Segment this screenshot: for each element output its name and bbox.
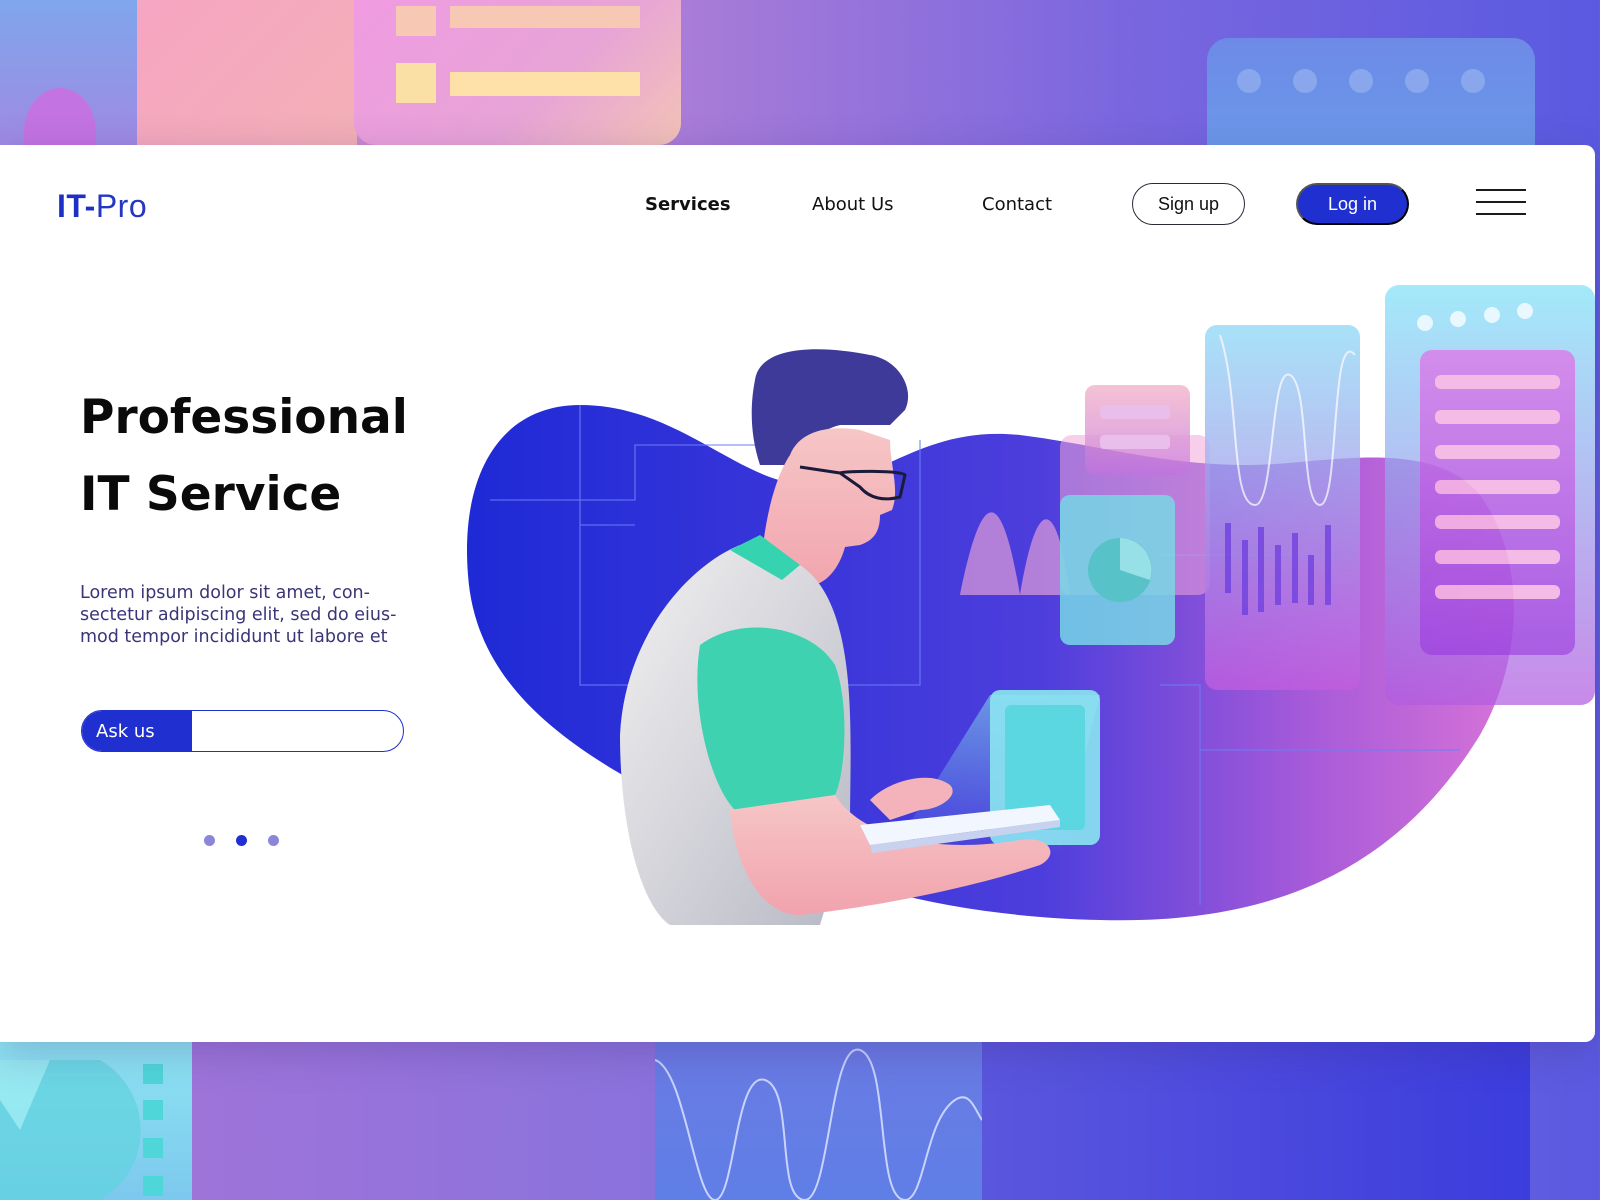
ask-us-field: Ask us (81, 710, 404, 752)
ask-us-input[interactable] (192, 711, 402, 751)
bg-card-dot (1293, 69, 1317, 93)
login-button[interactable]: Log in (1296, 183, 1409, 225)
bg-bottom-right-panel (982, 1040, 1530, 1200)
carousel-dot[interactable] (268, 835, 279, 846)
bg-card-line (450, 6, 640, 28)
hamburger-menu-icon[interactable] (1476, 189, 1526, 221)
logo[interactable]: IT-Pro (57, 188, 147, 225)
hero-body-line: Lorem ipsum dolor sit amet, con- (80, 583, 370, 603)
nav-about-us[interactable]: About Us (812, 194, 894, 215)
nav-contact[interactable]: Contact (982, 194, 1052, 215)
landing-card: IT-Pro Services About Us Contact Sign up… (0, 145, 1595, 1042)
bg-card-dot (1237, 69, 1261, 93)
bg-card-dot (1405, 69, 1429, 93)
hero-title-line2: IT Service (80, 467, 342, 522)
carousel-dot-active[interactable] (236, 835, 247, 846)
bg-card-dot (1461, 69, 1485, 93)
bg-card-square (396, 63, 436, 103)
bg-card-line (450, 72, 640, 96)
logo-bold-text: IT- (57, 188, 96, 224)
carousel-dot[interactable] (204, 835, 215, 846)
bg-bottom-panel (192, 1040, 655, 1200)
bg-card-dot (1349, 69, 1373, 93)
bg-top-pink-panel (137, 0, 357, 150)
bg-top-left-panel (0, 0, 137, 178)
nav-services[interactable]: Services (645, 194, 731, 215)
bg-bottom-wave-card (654, 1040, 983, 1200)
hero-illustration (466, 285, 1595, 925)
hero-title-line1: Professional (80, 390, 408, 445)
logo-light-text: Pro (95, 188, 148, 224)
hero-body-line: sectetur adipiscing elit, sed do eius- (80, 605, 397, 625)
ask-us-label[interactable]: Ask us (82, 711, 192, 751)
bg-bottom-left-panel (0, 1040, 192, 1200)
hero-body-line: mod tempor incididunt ut labore et (80, 627, 388, 647)
bg-top-card (354, 0, 681, 145)
signup-button[interactable]: Sign up (1132, 183, 1245, 225)
bg-card-square (396, 6, 436, 36)
